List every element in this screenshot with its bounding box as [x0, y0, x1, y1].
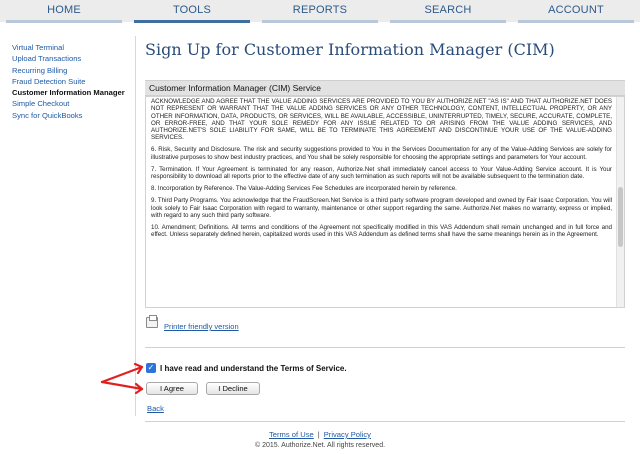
- tab-home-label: HOME: [47, 4, 81, 16]
- tab-tools[interactable]: TOOLS: [128, 0, 256, 23]
- terms-of-service-box[interactable]: 5. AUTHORIZE.NET WARRANTY. IN ADDITION T…: [145, 96, 625, 308]
- terms-scrollbar[interactable]: [616, 97, 624, 307]
- annotation-arrow-icon: [100, 362, 144, 395]
- sidebar-item-virtual-terminal[interactable]: Virtual Terminal: [12, 42, 130, 53]
- tab-search-label: SEARCH: [424, 4, 472, 16]
- sidebar: Virtual Terminal Upload Transactions Rec…: [12, 42, 130, 121]
- printer-icon[interactable]: [146, 314, 158, 328]
- sidebar-item-simple-checkout[interactable]: Simple Checkout: [12, 98, 130, 109]
- sidebar-item-customer-information-manager[interactable]: Customer Information Manager: [12, 87, 130, 98]
- terms-paragraph: 9. Third Party Programs. You acknowledge…: [151, 197, 612, 219]
- tab-reports-label: REPORTS: [292, 4, 348, 16]
- agree-checkbox[interactable]: ✓: [146, 363, 156, 373]
- sidebar-divider: [135, 36, 136, 416]
- decline-button[interactable]: I Decline: [206, 382, 260, 395]
- footer-separator: |: [317, 430, 320, 439]
- tab-account-label: ACCOUNT: [548, 4, 604, 16]
- tab-home[interactable]: HOME: [0, 0, 128, 23]
- top-nav: HOME TOOLS REPORTS SEARCH ACCOUNT: [0, 0, 640, 23]
- tab-tools-label: TOOLS: [172, 4, 212, 16]
- copyright: © 2015. Authorize.Net. All rights reserv…: [254, 442, 386, 449]
- divider: [145, 347, 625, 348]
- printer-friendly-link[interactable]: Printer friendly version: [164, 322, 239, 331]
- tab-search[interactable]: SEARCH: [384, 0, 512, 23]
- terms-text: 5. AUTHORIZE.NET WARRANTY. IN ADDITION T…: [151, 97, 612, 243]
- printer-friendly: Printer friendly version: [146, 313, 239, 331]
- section-header: Customer Information Manager (CIM) Servi…: [145, 80, 625, 96]
- sidebar-item-upload-transactions[interactable]: Upload Transactions: [12, 53, 130, 64]
- back-link[interactable]: Back: [147, 404, 164, 413]
- tab-account[interactable]: ACCOUNT: [512, 0, 640, 23]
- footer-divider: [145, 421, 625, 422]
- terms-paragraph: 5. AUTHORIZE.NET WARRANTY. IN ADDITION T…: [151, 97, 612, 142]
- sidebar-item-recurring-billing[interactable]: Recurring Billing: [12, 65, 130, 76]
- agree-button[interactable]: I Agree: [146, 382, 198, 395]
- terms-paragraph: 8. Incorporation by Reference. The Value…: [151, 185, 457, 193]
- privacy-policy-link[interactable]: Privacy Policy: [324, 430, 371, 439]
- agree-checkbox-label[interactable]: I have read and understand the Terms of …: [160, 364, 347, 373]
- sidebar-item-sync-for-quickbooks[interactable]: Sync for QuickBooks: [12, 110, 130, 121]
- terms-paragraph: 6. Risk, Security and Disclosure. The ri…: [151, 146, 612, 161]
- terms-paragraph: 10. Amendment; Definitions. All terms an…: [151, 224, 612, 239]
- sidebar-item-fraud-detection-suite[interactable]: Fraud Detection Suite: [12, 76, 130, 87]
- terms-agreement: ✓ I have read and understand the Terms o…: [146, 363, 347, 373]
- terms-of-use-link[interactable]: Terms of Use: [269, 430, 314, 439]
- scrollbar-thumb[interactable]: [618, 187, 623, 247]
- footer-links: Terms of Use | Privacy Policy: [0, 430, 640, 439]
- page-title: Sign Up for Customer Information Manager…: [145, 40, 555, 59]
- terms-paragraph: 7. Termination. If Your Agreement is ter…: [151, 165, 612, 181]
- tab-reports[interactable]: REPORTS: [256, 0, 384, 23]
